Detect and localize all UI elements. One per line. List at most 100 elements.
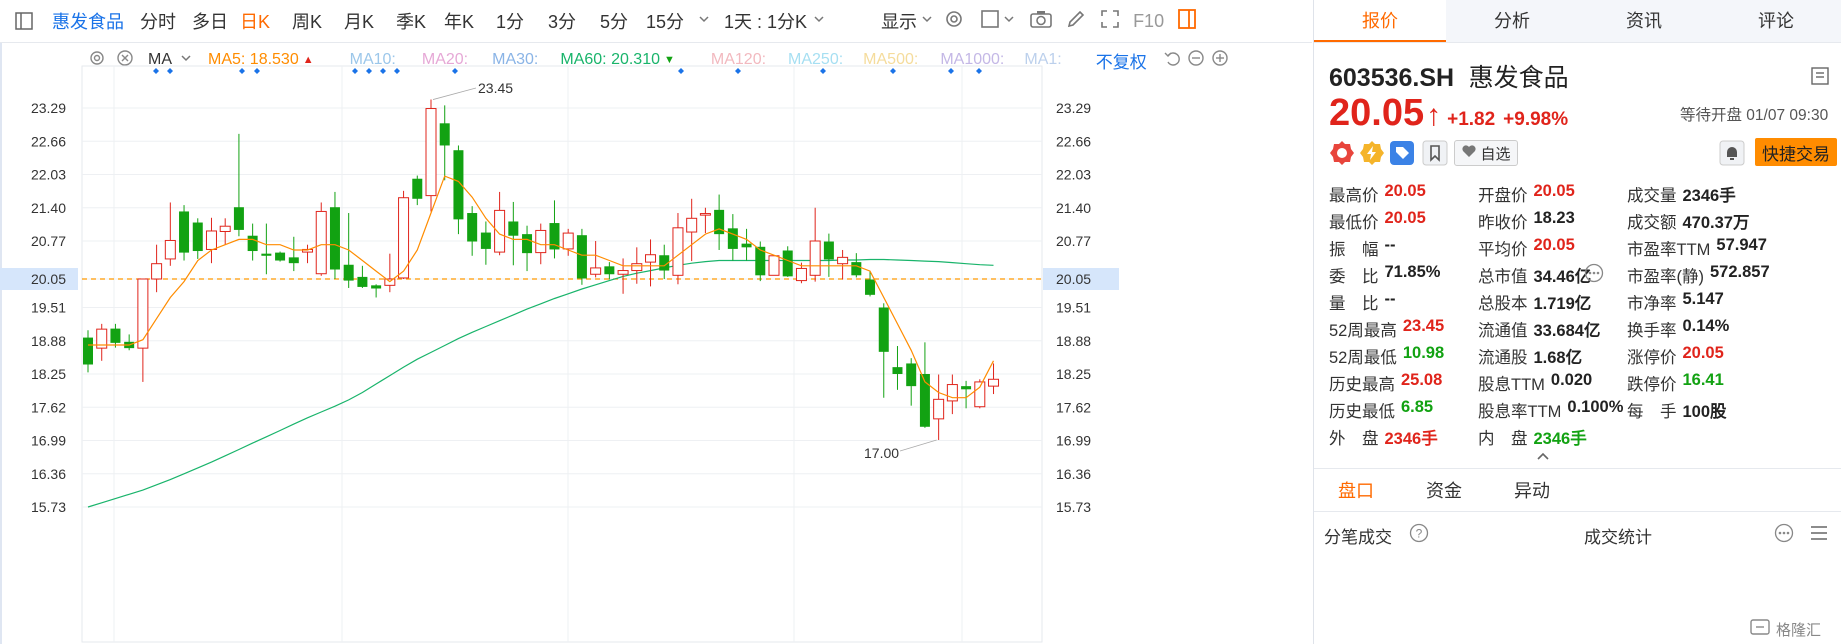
- period-tab-7[interactable]: 1分: [496, 8, 538, 34]
- quote-cell: 开盘价 20.05: [1478, 182, 1627, 206]
- period-tab-5[interactable]: 季K: [396, 8, 434, 34]
- quote-cell: 52周最高 23.45: [1329, 317, 1478, 341]
- chevron-down-icon[interactable]: [1003, 12, 1015, 30]
- pencil-icon[interactable]: [1065, 8, 1087, 35]
- quote-value: 0.14%: [1682, 316, 1730, 335]
- period-tab-4[interactable]: 月K: [344, 8, 386, 34]
- stats-label[interactable]: 成交统计: [1584, 523, 1652, 548]
- quote-value: 20.05: [1384, 181, 1426, 200]
- panel-tab-2[interactable]: 资讯: [1578, 0, 1710, 42]
- f10-button[interactable]: F10: [1133, 11, 1164, 32]
- help-icon[interactable]: ?: [1409, 523, 1429, 548]
- candle-body-up: [205, 230, 217, 250]
- panel-tab-0[interactable]: 报价: [1314, 0, 1446, 42]
- list-icon[interactable]: [1808, 523, 1830, 548]
- quote-cell: 市盈率(静) 572.857: [1627, 263, 1827, 287]
- chevron-down-icon[interactable]: [921, 12, 933, 30]
- period-tab-8[interactable]: 3分: [548, 8, 590, 34]
- bell-icon[interactable]: [1719, 140, 1745, 171]
- period-tab-10[interactable]: 15分: [646, 8, 684, 34]
- panel-layout-icon[interactable]: [1810, 66, 1830, 91]
- period-tab-9[interactable]: 5分: [600, 8, 636, 34]
- quote-value: 1.68亿: [1533, 348, 1583, 367]
- y-tick-left: 22.66: [31, 133, 66, 149]
- add-watchlist-button[interactable]: 自选: [1454, 140, 1518, 166]
- y-tick-right: 17.62: [1056, 399, 1091, 415]
- y-tick-left: 18.25: [31, 366, 66, 382]
- quote-value: 34.46亿: [1533, 267, 1592, 286]
- period-tab-6[interactable]: 年K: [444, 8, 486, 34]
- candle-body-up: [988, 378, 1000, 387]
- quote-cell: 振 幅 --: [1329, 236, 1478, 260]
- panel-tabs: 报价 分析 资讯 评论: [1314, 0, 1841, 43]
- stock-name: 惠发食品: [1468, 64, 1569, 92]
- candle-body-down: [741, 243, 752, 248]
- quote-value: 16.41: [1682, 370, 1724, 389]
- bookmark-icon[interactable]: [1422, 140, 1448, 171]
- sub-tab-0[interactable]: 盘口: [1338, 477, 1374, 503]
- quote-cell: 每 手 100股: [1627, 398, 1827, 422]
- candle-body-down: [357, 276, 368, 287]
- candle-body-down: [343, 264, 354, 281]
- quote-cell: 52周最低 10.98: [1329, 344, 1478, 368]
- quote-value: 100股: [1682, 402, 1727, 421]
- stock-name-tab[interactable]: 惠发食品: [52, 8, 124, 34]
- quote-cell: 成交额 470.37万: [1627, 209, 1827, 233]
- period-tab-2[interactable]: 日K: [240, 8, 282, 34]
- panel-tab-1[interactable]: 分析: [1446, 0, 1578, 42]
- quote-value: 0.020: [1550, 370, 1593, 389]
- y-tick-right: 23.29: [1056, 100, 1091, 116]
- candle-body-down: [906, 363, 917, 387]
- y-tick-left: 16.36: [31, 466, 66, 482]
- quote-cell: 历史最高 25.08: [1329, 371, 1478, 395]
- candle-body-down: [480, 232, 491, 249]
- display-menu[interactable]: 显示: [881, 8, 917, 34]
- gear-icon[interactable]: [943, 8, 965, 35]
- sub-tab-1[interactable]: 资金: [1426, 477, 1462, 503]
- quote-value: 20.05: [1533, 181, 1575, 200]
- quote-label: 最低价: [1329, 213, 1379, 232]
- y-tick-right: 16.99: [1056, 433, 1091, 449]
- quote-cell: 成交量 2346手: [1627, 182, 1827, 206]
- candle-body-down: [508, 221, 519, 236]
- event-marker-icon: [153, 68, 159, 74]
- quote-label: 平均价: [1478, 240, 1528, 259]
- quick-trade-button[interactable]: 快捷交易: [1755, 138, 1837, 166]
- y-tick-left: 23.29: [31, 100, 66, 116]
- quote-label: 外 盘: [1329, 429, 1379, 448]
- quote-value: 33.684亿: [1533, 321, 1601, 340]
- period-tab-0[interactable]: 分时: [140, 8, 182, 34]
- period-tab-1[interactable]: 多日: [192, 8, 230, 34]
- quote-cell: 委 比 71.85%: [1329, 263, 1478, 287]
- chart-top-toolbar: 惠发食品 分时 多日 日K 周K 月K 季K 年K 1分 3分 5分 15分 1天 : 1分K 显示…: [0, 0, 1312, 43]
- lightning-icon[interactable]: [1359, 140, 1385, 171]
- candle-body-down: [261, 253, 272, 256]
- candle-body-down: [439, 123, 450, 146]
- ticks-label[interactable]: 分笔成交: [1324, 523, 1392, 548]
- panel-tab-3[interactable]: 评论: [1710, 0, 1841, 42]
- combo-period-select[interactable]: 1天 : 1分K: [724, 8, 807, 34]
- gelonghui-logo-icon: [1750, 618, 1772, 641]
- tag-icon[interactable]: [1389, 140, 1415, 171]
- square-icon[interactable]: [979, 8, 1001, 35]
- quote-row: 52周最低 10.98 流通股 1.68亿 涨停价 20.05: [1329, 342, 1841, 369]
- sidebar-toggle-icon[interactable]: [14, 11, 34, 31]
- more-dots-icon[interactable]: [1584, 263, 1604, 288]
- more-dots-icon[interactable]: [1774, 523, 1794, 548]
- panel-toggle-icon[interactable]: [1176, 8, 1198, 35]
- chevron-down-icon[interactable]: [813, 12, 825, 30]
- quote-row: 最高价 20.05 开盘价 20.05 成交量 2346手: [1329, 180, 1841, 207]
- camera-icon[interactable]: [1029, 8, 1053, 35]
- candle-body-down: [275, 252, 286, 261]
- fullscreen-icon[interactable]: [1099, 8, 1121, 35]
- candle-body-up: [933, 398, 945, 420]
- kline-chart[interactable]: 23.29 23.29 22.66 22.66 22.03 22.03 21.40 21.40…: [0, 42, 1312, 644]
- badge-red-icon[interactable]: [1329, 140, 1355, 171]
- kline-svg[interactable]: 23.29 23.29 22.66 22.66 22.03 22.03 21.40 21.40…: [0, 42, 1312, 644]
- quote-value: --: [1384, 289, 1396, 308]
- sub-tab-2[interactable]: 异动: [1514, 477, 1550, 503]
- collapse-chevron-icon[interactable]: [1536, 448, 1550, 466]
- quote-value: 572.857: [1710, 262, 1770, 281]
- chevron-down-icon[interactable]: [698, 12, 710, 30]
- period-tab-3[interactable]: 周K: [292, 8, 334, 34]
